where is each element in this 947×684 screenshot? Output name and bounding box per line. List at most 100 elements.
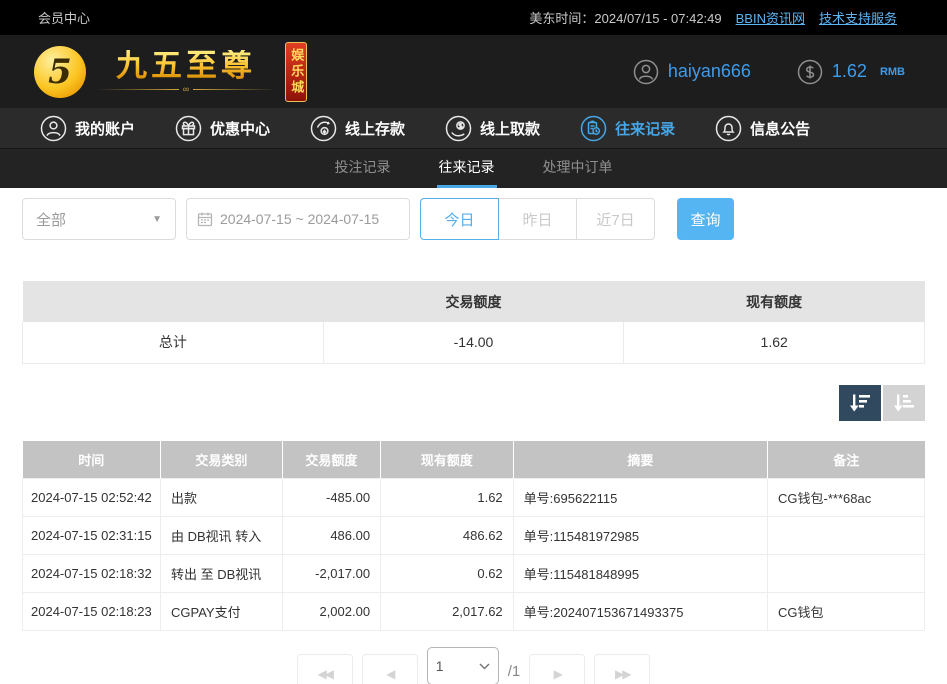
sort-asc-button[interactable] bbox=[883, 385, 925, 421]
nav-label: 优惠中心 bbox=[210, 118, 270, 139]
site-logo[interactable]: 5 九五至尊 ∞ 娱乐城 bbox=[34, 42, 307, 102]
records-icon bbox=[580, 115, 607, 142]
logo-text: 九五至尊 ∞ bbox=[96, 50, 276, 94]
summary-total-label: 总计 bbox=[23, 322, 324, 363]
wallet-balance[interactable]: 1.62 RMB bbox=[797, 59, 905, 85]
cell-type: 由 DB视讯 转入 bbox=[161, 517, 283, 555]
logo-flourish-icon: ∞ bbox=[96, 85, 276, 94]
summary-total-row: 总计 -14.00 1.62 bbox=[23, 322, 925, 363]
page-total: /1 bbox=[508, 663, 521, 680]
table-row: 2024-07-15 02:31:15 由 DB视讯 转入 486.00 486… bbox=[23, 517, 925, 555]
nav-transaction-records[interactable]: 往来记录 bbox=[580, 115, 675, 142]
summary-current-balance: 1.62 bbox=[624, 322, 925, 363]
cell-balance: 1.62 bbox=[381, 479, 514, 517]
calendar-icon bbox=[197, 211, 213, 227]
nav-my-account[interactable]: 我的账户 bbox=[40, 115, 135, 142]
logo-badge: 娱乐城 bbox=[285, 42, 307, 102]
range-today-button[interactable]: 今日 bbox=[420, 198, 499, 240]
cell-amount: -485.00 bbox=[282, 479, 380, 517]
last-page-button[interactable]: ▶▶ bbox=[594, 654, 650, 684]
bell-icon bbox=[715, 115, 742, 142]
logo-title: 九五至尊 bbox=[116, 50, 256, 81]
table-row: 2024-07-15 02:52:42 出款 -485.00 1.62 单号:6… bbox=[23, 479, 925, 517]
cell-type: 转出 至 DB视讯 bbox=[161, 555, 283, 593]
nav-label: 往来记录 bbox=[615, 118, 675, 139]
cell-balance: 2,017.62 bbox=[381, 593, 514, 631]
cell-time: 2024-07-15 02:31:15 bbox=[23, 517, 161, 555]
cell-summary: 单号:695622115 bbox=[513, 479, 767, 517]
col-time: 时间 bbox=[23, 441, 161, 479]
nav-promotions[interactable]: 优惠中心 bbox=[175, 115, 270, 142]
records-header-row: 时间 交易类别 交易额度 现有额度 摘要 备注 bbox=[23, 441, 925, 479]
content-area: 全部 ▼ 2024-07-15 ~ 2024-07-15 今日 昨日 近7日 查… bbox=[0, 188, 947, 684]
col-note: 备注 bbox=[768, 441, 925, 479]
search-button[interactable]: 查询 bbox=[677, 198, 734, 240]
cell-type: CGPAY支付 bbox=[161, 593, 283, 631]
cell-balance: 0.62 bbox=[381, 555, 514, 593]
pagination: ◀◀ ◀ 1 /1 ▶ ▶▶ bbox=[22, 647, 925, 684]
sort-desc-button[interactable] bbox=[839, 385, 881, 421]
category-select[interactable]: 全部 ▼ bbox=[22, 198, 176, 240]
summary-col-empty bbox=[23, 281, 324, 322]
range-yesterday-button[interactable]: 昨日 bbox=[498, 198, 577, 240]
tab-bet-records[interactable]: 投注记录 bbox=[333, 149, 393, 188]
next-page-button[interactable]: ▶ bbox=[529, 654, 585, 684]
balance-currency: RMB bbox=[880, 66, 905, 78]
col-amount: 交易额度 bbox=[282, 441, 380, 479]
sort-desc-icon bbox=[849, 393, 871, 413]
dollar-icon bbox=[797, 59, 823, 85]
filter-row: 全部 ▼ 2024-07-15 ~ 2024-07-15 今日 昨日 近7日 查… bbox=[22, 198, 925, 240]
main-nav: 我的账户 优惠中心 线上存款 bbox=[0, 108, 947, 149]
tab-pending-orders[interactable]: 处理中订单 bbox=[541, 149, 615, 188]
tab-transaction-records[interactable]: 往来记录 bbox=[437, 149, 497, 188]
withdraw-icon bbox=[445, 115, 472, 142]
gift-icon bbox=[175, 115, 202, 142]
bbin-news-link[interactable]: BBIN资讯网 bbox=[736, 8, 805, 27]
nav-label: 信息公告 bbox=[750, 118, 810, 139]
quick-range-group: 今日 昨日 近7日 bbox=[420, 198, 655, 240]
range-7days-button[interactable]: 近7日 bbox=[576, 198, 655, 240]
nav-deposit[interactable]: 线上存款 bbox=[310, 115, 405, 142]
page-select[interactable]: 1 bbox=[427, 647, 499, 684]
logo-circle-icon: 5 bbox=[34, 46, 86, 98]
sub-nav: 投注记录 往来记录 处理中订单 bbox=[0, 149, 947, 188]
cell-summary: 单号:115481848995 bbox=[513, 555, 767, 593]
top-bar: 会员中心 美东时间：2024/07/15 - 07:42:49 BBIN资讯网 … bbox=[0, 0, 947, 35]
nav-announcements[interactable]: 信息公告 bbox=[715, 115, 810, 142]
table-row: 2024-07-15 02:18:32 转出 至 DB视讯 -2,017.00 … bbox=[23, 555, 925, 593]
date-range-input[interactable]: 2024-07-15 ~ 2024-07-15 bbox=[186, 198, 410, 240]
cell-summary: 单号:202407153671493375 bbox=[513, 593, 767, 631]
col-balance: 现有额度 bbox=[381, 441, 514, 479]
deposit-icon bbox=[310, 115, 337, 142]
category-select-value: 全部 bbox=[36, 209, 66, 230]
cell-balance: 486.62 bbox=[381, 517, 514, 555]
user-icon bbox=[633, 59, 659, 85]
cell-amount: 2,002.00 bbox=[282, 593, 380, 631]
cell-note bbox=[768, 555, 925, 593]
chevron-left-icon: ◀ bbox=[386, 667, 393, 681]
member-center-page: 会员中心 美东时间：2024/07/15 - 07:42:49 BBIN资讯网 … bbox=[0, 0, 947, 684]
prev-page-button[interactable]: ◀ bbox=[362, 654, 418, 684]
summary-col-balance: 现有额度 bbox=[624, 281, 925, 322]
balance-amount: 1.62 bbox=[832, 61, 867, 82]
header-user-area: haiyan666 1.62 RMB bbox=[633, 59, 905, 85]
user-account[interactable]: haiyan666 bbox=[633, 59, 751, 85]
cell-note: CG钱包-***68ac bbox=[768, 479, 925, 517]
server-time: 美东时间：2024/07/15 - 07:42:49 bbox=[529, 8, 721, 27]
summary-col-transaction: 交易额度 bbox=[323, 281, 624, 322]
first-page-button[interactable]: ◀◀ bbox=[297, 654, 353, 684]
support-link[interactable]: 技术支持服务 bbox=[819, 8, 897, 27]
caret-down-icon: ▼ bbox=[152, 214, 162, 225]
double-chevron-left-icon: ◀◀ bbox=[318, 667, 332, 681]
site-header: 5 九五至尊 ∞ 娱乐城 haiyan666 bbox=[0, 35, 947, 108]
server-time-value: 2024/07/15 - 07:42:49 bbox=[594, 11, 721, 26]
cell-note bbox=[768, 517, 925, 555]
records-table: 时间 交易类别 交易额度 现有额度 摘要 备注 2024-07-15 02:52… bbox=[22, 441, 925, 632]
server-time-label: 美东时间： bbox=[529, 11, 594, 26]
cell-amount: -2,017.00 bbox=[282, 555, 380, 593]
cell-time: 2024-07-15 02:18:23 bbox=[23, 593, 161, 631]
sort-controls bbox=[22, 385, 925, 421]
chevron-down-icon bbox=[479, 663, 490, 670]
nav-withdraw[interactable]: 线上取款 bbox=[445, 115, 540, 142]
table-row: 2024-07-15 02:18:23 CGPAY支付 2,002.00 2,0… bbox=[23, 593, 925, 631]
